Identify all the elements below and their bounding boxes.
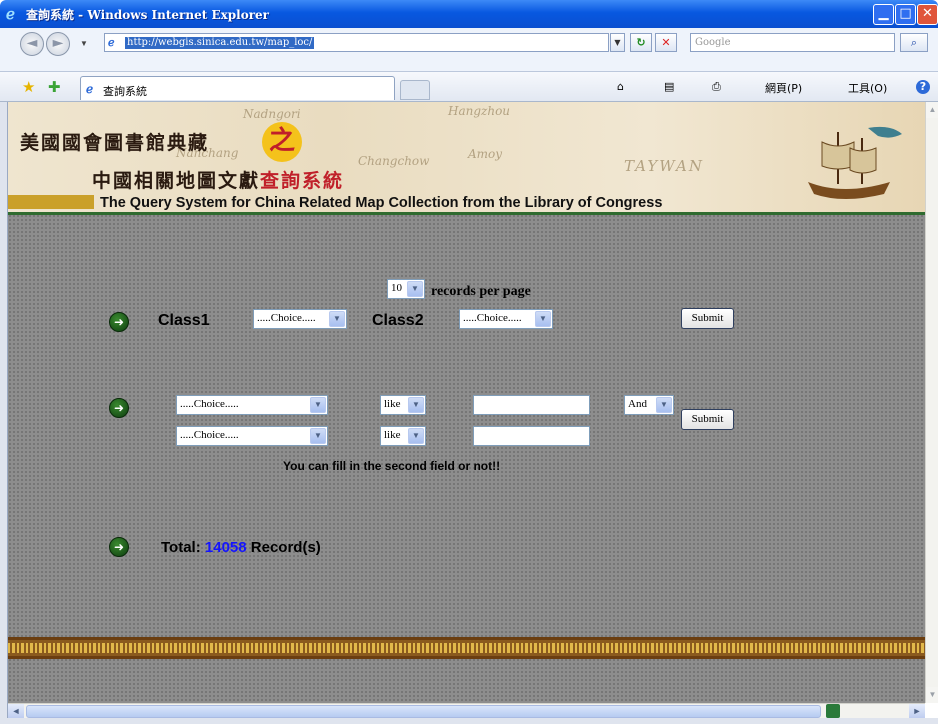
class2-select[interactable]: .....Choice..... ▼ bbox=[459, 309, 553, 329]
field1-select[interactable]: .....Choice..... ▼ bbox=[176, 395, 328, 415]
dropdown-arrow-icon: ▼ bbox=[535, 311, 551, 327]
address-dropdown-icon[interactable]: ▼ bbox=[610, 33, 625, 52]
class2-value: .....Choice..... bbox=[463, 312, 522, 324]
address-url[interactable]: http://webgis.sinica.edu.tw/map_loc/ bbox=[125, 37, 315, 49]
back-button[interactable]: ◄ bbox=[20, 32, 44, 56]
banner-english-title: The Query System for China Related Map C… bbox=[100, 195, 663, 211]
banner-title-red: 查詢系統 bbox=[260, 170, 345, 192]
close-button[interactable]: ✕ bbox=[917, 4, 938, 25]
map-word: Amoy bbox=[468, 147, 503, 161]
class1-select[interactable]: .....Choice..... ▼ bbox=[253, 309, 347, 329]
address-bar[interactable]: ℯ http://webgis.sinica.edu.tw/map_loc/ bbox=[104, 33, 609, 52]
navigation-bar: ◄ ► ▼ ℯ http://webgis.sinica.edu.tw/map_… bbox=[0, 28, 938, 72]
submit-class-button[interactable]: Submit bbox=[681, 308, 734, 329]
banner-divider bbox=[8, 212, 925, 215]
arrow-bullet-icon: ➜ bbox=[109, 537, 129, 557]
field2-value: .....Choice..... bbox=[180, 429, 239, 441]
scroll-left-icon[interactable]: ◄ bbox=[8, 704, 24, 719]
operator1-select[interactable]: like ▼ bbox=[380, 395, 426, 415]
scroll-up-icon[interactable]: ▲ bbox=[926, 102, 938, 118]
page-status-icon bbox=[826, 704, 840, 718]
hint-text: You can fill in the second field or not!… bbox=[283, 459, 501, 473]
tools-menu[interactable]: 工具(O) bbox=[848, 80, 887, 96]
total-suffix: Record(s) bbox=[250, 539, 321, 556]
dropdown-arrow-icon: ▼ bbox=[656, 397, 672, 413]
scroll-thumb[interactable] bbox=[26, 705, 821, 718]
dropdown-arrow-icon: ▼ bbox=[310, 397, 326, 413]
stop-button[interactable]: ✕ bbox=[655, 33, 677, 52]
banner-title-line1: 美國國會圖書館典藏 bbox=[20, 132, 210, 154]
vertical-scrollbar[interactable]: ▲ ▼ bbox=[925, 102, 938, 703]
operator2-select[interactable]: like ▼ bbox=[380, 426, 426, 446]
tab-current[interactable]: ℯ 查詢系統 bbox=[80, 76, 395, 100]
status-bar bbox=[0, 718, 938, 724]
search-button[interactable]: ⌕ bbox=[900, 33, 928, 52]
map-word: Changchow bbox=[358, 154, 430, 168]
field2-select[interactable]: .....Choice..... ▼ bbox=[176, 426, 328, 446]
meander-pattern bbox=[8, 643, 925, 653]
map-word: TAYWAN bbox=[624, 157, 704, 175]
dropdown-arrow-icon: ▼ bbox=[329, 311, 345, 327]
home-icon[interactable]: ⌂ bbox=[617, 80, 624, 93]
dropdown-arrow-icon: ▼ bbox=[310, 428, 326, 444]
submit-search-button[interactable]: Submit bbox=[681, 409, 734, 430]
header-banner: Nadngori Hangzhou Amoy TAYWAN Nanchang C… bbox=[8, 102, 925, 215]
banner-accent-bar bbox=[8, 195, 94, 209]
map-word: Hangzhou bbox=[448, 104, 511, 118]
total-records: Total: 14058 Record(s) bbox=[161, 539, 321, 556]
ship-illustration-icon bbox=[808, 126, 902, 199]
history-dropdown-icon[interactable]: ▼ bbox=[80, 39, 88, 48]
operator1-value: like bbox=[384, 398, 401, 410]
frame-border bbox=[0, 102, 8, 718]
help-icon[interactable]: ? bbox=[916, 80, 930, 94]
page-content: Nadngori Hangzhou Amoy TAYWAN Nanchang C… bbox=[8, 102, 925, 703]
tab-label: 查詢系統 bbox=[103, 85, 147, 98]
records-per-page-label: records per page bbox=[431, 284, 531, 299]
feeds-icon[interactable]: ▤ bbox=[664, 80, 674, 93]
records-per-page-value: 10 bbox=[391, 282, 402, 294]
total-count: 14058 bbox=[204, 539, 247, 556]
conjunction-select[interactable]: And ▼ bbox=[624, 395, 674, 415]
scroll-right-icon[interactable]: ► bbox=[909, 704, 925, 719]
scroll-down-icon[interactable]: ▼ bbox=[926, 687, 938, 703]
total-label: Total: bbox=[161, 539, 201, 556]
page-menu[interactable]: 網頁(P) bbox=[765, 80, 802, 96]
page-icon: ℯ bbox=[108, 36, 115, 49]
favorites-bar: ★ ✚ ℯ 查詢系統 ⌂ ▤ ⎙ 網頁(P) 工具(O) ? bbox=[0, 72, 938, 102]
new-tab-button[interactable] bbox=[400, 80, 430, 100]
tab-page-icon: ℯ bbox=[86, 82, 94, 96]
search-text-input-2[interactable] bbox=[473, 426, 590, 446]
window-title: 查詢系統 - Windows Internet Explorer bbox=[26, 8, 269, 22]
print-icon[interactable]: ⎙ bbox=[712, 80, 721, 94]
class2-label: Class2 bbox=[372, 312, 424, 329]
class1-label: Class1 bbox=[158, 312, 210, 329]
arrow-bullet-icon: ➜ bbox=[109, 398, 129, 418]
ie-logo-icon: ℯ bbox=[6, 5, 15, 23]
search-text-input-1[interactable] bbox=[473, 395, 590, 415]
conjunction-value: And bbox=[628, 398, 647, 410]
dropdown-arrow-icon: ▼ bbox=[408, 428, 424, 444]
banner-title-line2: 中國相關地圖文獻查詢系統 bbox=[92, 166, 344, 193]
operator2-value: like bbox=[384, 429, 401, 441]
banner-seal: 之 bbox=[262, 122, 302, 162]
maximize-button[interactable]: □ bbox=[895, 4, 916, 25]
decorative-border bbox=[8, 637, 925, 659]
refresh-button[interactable]: ↻ bbox=[630, 33, 652, 52]
records-per-page-select[interactable]: 10 ▼ bbox=[387, 279, 425, 299]
arrow-bullet-icon: ➜ bbox=[109, 312, 129, 332]
field1-value: .....Choice..... bbox=[180, 398, 239, 410]
banner-title-black: 中國相關地圖文獻 bbox=[92, 170, 261, 192]
minimize-button[interactable]: ▁ bbox=[873, 4, 894, 25]
title-bar: ℯ 查詢系統 - Windows Internet Explorer ▁ □ ✕ bbox=[0, 0, 938, 28]
class1-value: .....Choice..... bbox=[257, 312, 316, 324]
add-favorites-icon[interactable]: ✚ bbox=[48, 78, 61, 96]
search-input[interactable]: Google bbox=[690, 33, 895, 52]
dropdown-arrow-icon: ▼ bbox=[408, 397, 424, 413]
favorites-star-icon[interactable]: ★ bbox=[22, 78, 35, 96]
forward-button[interactable]: ► bbox=[46, 32, 70, 56]
horizontal-scrollbar[interactable]: ◄ ► bbox=[8, 703, 925, 719]
map-word: Nadngori bbox=[243, 107, 301, 121]
dropdown-arrow-icon: ▼ bbox=[407, 281, 423, 297]
